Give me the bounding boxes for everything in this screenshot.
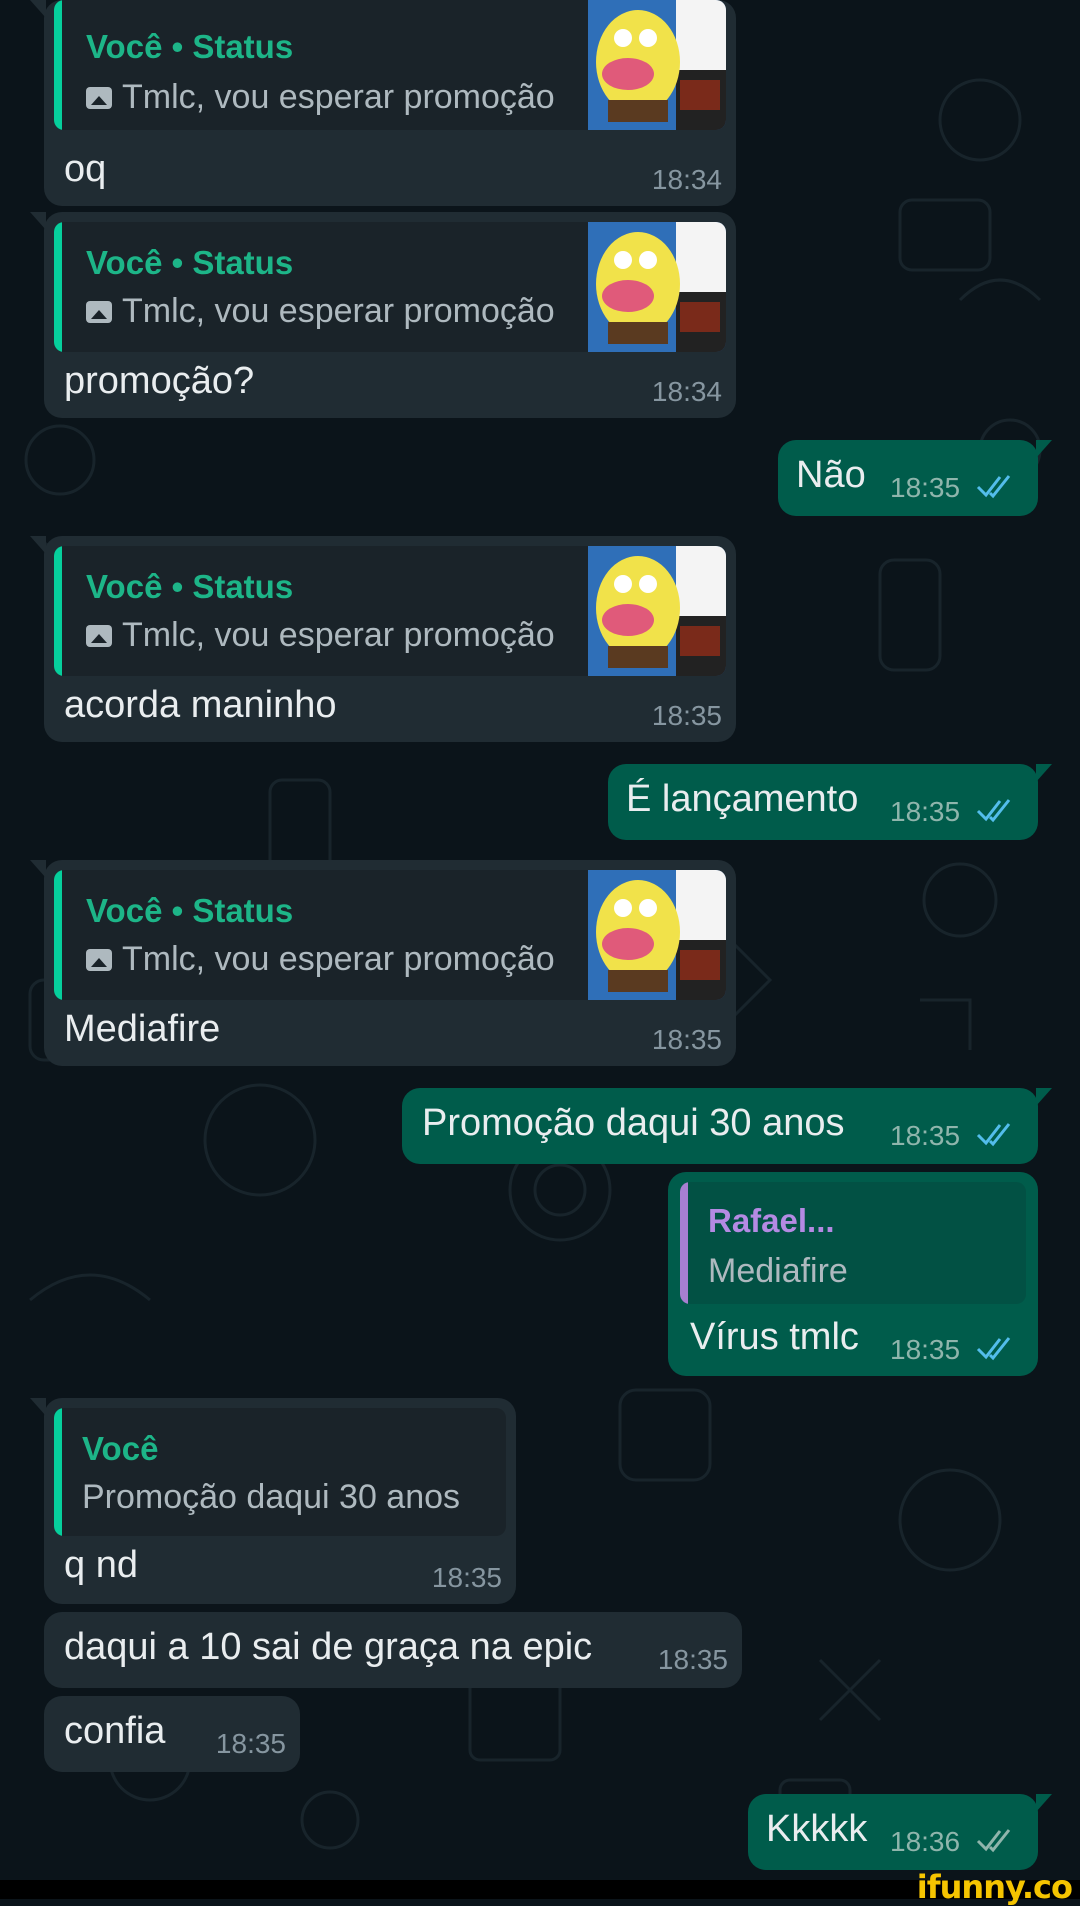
status-thumbnail[interactable]: [588, 870, 726, 1000]
message-time: 18:35: [651, 700, 722, 731]
quote-bar: [54, 546, 62, 676]
message-time: 18:35: [890, 1334, 961, 1365]
quote-author: Rafael...: [708, 1202, 835, 1239]
quoted-reply[interactable]: Rafael... Mediafire: [680, 1182, 1026, 1304]
quote-text-row: Tmlc, vou esperar promoção: [86, 78, 555, 117]
quote-bar: [54, 1408, 62, 1536]
photo-icon: [86, 86, 112, 109]
message-time: 18:34: [651, 164, 722, 195]
read-receipt-icon: [976, 475, 1011, 499]
message-text: Não: [796, 454, 866, 496]
quote-bar: [54, 222, 62, 352]
status-thumbnail[interactable]: [588, 546, 726, 676]
incoming-message[interactable]: Você • Status Tmlc, vou esperar promoção: [30, 212, 736, 418]
message-text: oq: [64, 148, 107, 190]
watermark-logo: ifunny.co: [916, 1868, 1073, 1906]
message-text: É lançamento: [626, 778, 859, 820]
message-time: 18:35: [890, 796, 961, 827]
outgoing-message[interactable]: Promoção daqui 30 anos 18:35: [402, 1088, 1052, 1164]
incoming-message[interactable]: Você • Status Tmlc, vou esperar promoção: [30, 860, 736, 1066]
quote-bar: [680, 1182, 688, 1304]
quote-author: Você • Status: [86, 244, 294, 281]
message-time: 18:35: [651, 1024, 722, 1055]
quote-text: Tmlc, vou esperar promoção: [122, 616, 555, 654]
incoming-message[interactable]: Você • Status Tmlc, vou esperar promoção: [30, 536, 736, 742]
quote-text: Tmlc, vou esperar promoção: [122, 78, 555, 116]
message-text: Promoção daqui 30 anos: [422, 1102, 845, 1144]
message-text: daqui a 10 sai de graça na epic: [64, 1626, 593, 1668]
incoming-message[interactable]: confia 18:35: [44, 1696, 300, 1772]
quote-text-row: Tmlc, vou esperar promoção: [86, 940, 555, 979]
read-receipt-icon: [976, 799, 1011, 823]
status-thumbnail[interactable]: [588, 0, 726, 130]
quote-text: Tmlc, vou esperar promoção: [122, 940, 555, 978]
quote-text: Tmlc, vou esperar promoção: [122, 292, 555, 330]
quoted-status-reply[interactable]: Você • Status Tmlc, vou esperar promoção: [54, 546, 726, 676]
outgoing-message[interactable]: Rafael... Mediafire Vírus tmlc 18:35: [668, 1172, 1038, 1376]
photo-icon: [86, 300, 112, 323]
quote-author: Você • Status: [86, 892, 294, 929]
outgoing-message[interactable]: É lançamento 18:35: [608, 764, 1052, 840]
spongebob-thumbnail-image: [588, 546, 726, 676]
message-text: q nd: [64, 1544, 138, 1586]
message-time: 18:35: [215, 1728, 286, 1759]
quote-author: Você: [82, 1430, 159, 1467]
spongebob-thumbnail-image: [588, 0, 726, 130]
outgoing-message[interactable]: Não 18:35: [778, 440, 1052, 516]
quote-bar: [54, 0, 62, 130]
message-text: acorda maninho: [64, 684, 337, 726]
quote-text-row: Tmlc, vou esperar promoção: [86, 616, 555, 655]
quote-author: Você • Status: [86, 568, 294, 605]
message-text: Vírus tmlc: [690, 1316, 859, 1358]
quote-text: Promoção daqui 30 anos: [82, 1478, 461, 1516]
photo-icon: [86, 624, 112, 647]
incoming-message[interactable]: Você • Status Tmlc, vou esperar promoção: [30, 0, 736, 206]
read-receipt-icon: [976, 1337, 1011, 1361]
quote-author: Você • Status: [86, 28, 294, 65]
message-list[interactable]: Você • Status Tmlc, vou esperar promoção: [0, 0, 1080, 1880]
message-time: 18:35: [431, 1562, 502, 1593]
status-thumbnail[interactable]: [588, 222, 726, 352]
quote-bar: [54, 870, 62, 1000]
incoming-message[interactable]: daqui a 10 sai de graça na epic 18:35: [44, 1612, 742, 1688]
message-time: 18:34: [651, 376, 722, 407]
incoming-message[interactable]: Você Promoção daqui 30 anos q nd 18:35: [30, 1398, 516, 1604]
message-time: 18:35: [657, 1644, 728, 1675]
spongebob-thumbnail-image: [588, 222, 726, 352]
quoted-status-reply[interactable]: Você • Status Tmlc, vou esperar promoção: [54, 870, 726, 1000]
message-time: 18:35: [890, 1120, 961, 1151]
message-text: Kkkkk: [766, 1808, 868, 1850]
quote-text: Mediafire: [708, 1252, 848, 1290]
quoted-reply[interactable]: Você Promoção daqui 30 anos: [54, 1408, 506, 1536]
read-receipt-icon: [976, 1123, 1011, 1147]
photo-icon: [86, 948, 112, 971]
message-time: 18:35: [890, 472, 961, 503]
spongebob-thumbnail-image: [588, 870, 726, 1000]
message-time: 18:36: [890, 1826, 961, 1857]
message-text: promoção?: [64, 360, 255, 402]
quote-text-row: Tmlc, vou esperar promoção: [86, 292, 555, 331]
message-text: Mediafire: [64, 1008, 221, 1050]
read-receipt-icon: [976, 1829, 1011, 1853]
outgoing-message[interactable]: Kkkkk 18:36: [748, 1794, 1052, 1870]
quoted-status-reply[interactable]: Você • Status Tmlc, vou esperar promoção: [54, 222, 726, 352]
message-text: confia: [64, 1710, 166, 1752]
quoted-status-reply[interactable]: Você • Status Tmlc, vou esperar promoção: [54, 0, 726, 130]
